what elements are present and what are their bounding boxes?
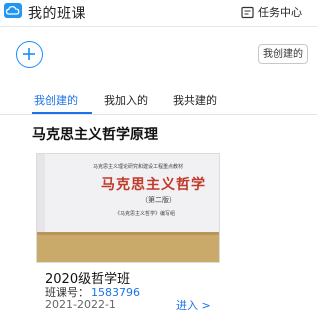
plus-icon <box>23 48 35 60</box>
tab-joined[interactable]: 我加入的 <box>104 92 148 108</box>
cover-author: 《马克思主义哲学》编写组 <box>115 211 176 217</box>
cover-band-stripe <box>37 232 219 235</box>
cover-edition: （第二版） <box>141 196 176 204</box>
task-center-button[interactable]: 任务中心 <box>241 4 302 20</box>
course-cover-image[interactable]: 马克思主义理论研究和建设工程重点教材 马克思主义哲学 （第二版） 《马克思主义哲… <box>36 153 220 263</box>
task-center-label: 任务中心 <box>258 6 302 19</box>
cover-title: 马克思主义哲学 <box>101 177 206 193</box>
cover-band <box>37 232 219 262</box>
tab-bar: 我创建的 我加入的 我共建的 <box>0 89 317 113</box>
header-divider <box>0 26 317 27</box>
tab-created[interactable]: 我创建的 <box>34 92 78 108</box>
top-bar: 我的班课 任务中心 <box>0 0 317 24</box>
tabs-divider <box>0 114 317 115</box>
tab-co-built[interactable]: 我共建的 <box>173 92 217 108</box>
class-term: 2021-2022-1 <box>45 298 116 311</box>
task-center-icon <box>241 6 254 18</box>
cloud-logo-icon <box>4 3 22 18</box>
course-group-title: 马克思主义哲学原理 <box>32 127 158 143</box>
page-title: 我的班课 <box>28 6 86 22</box>
add-class-button[interactable] <box>16 41 43 68</box>
cover-series-text: 马克思主义理论研究和建设工程重点教材 <box>93 164 184 170</box>
created-filter-button[interactable]: 我创建的 <box>258 44 308 64</box>
